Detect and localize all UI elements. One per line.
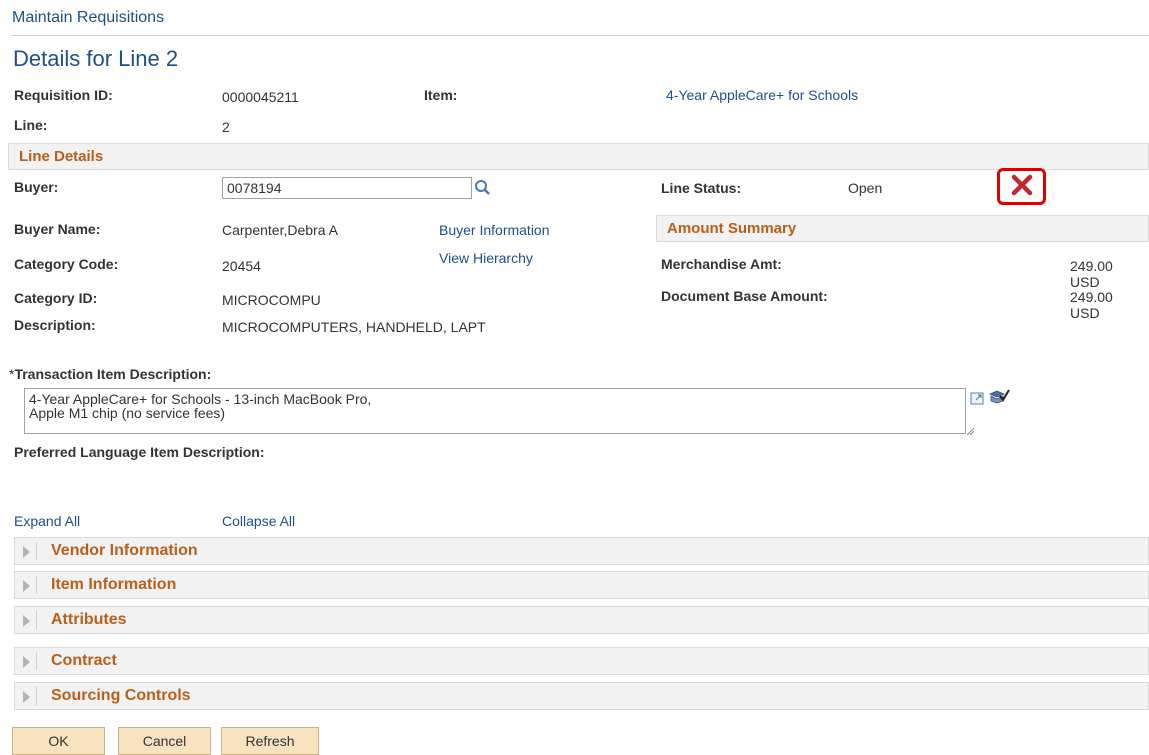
magnifier-icon[interactable] [474, 179, 492, 197]
document-base-amount-currency: USD [1070, 305, 1100, 321]
close-x-icon[interactable] [1011, 174, 1033, 199]
section-attributes[interactable]: Attributes [14, 606, 1149, 634]
line-value: 2 [222, 119, 230, 135]
section-label: Attributes [51, 611, 127, 628]
category-id-value: MICROCOMPU [222, 292, 321, 308]
requisition-id-value: 0000045211 [222, 89, 299, 105]
transaction-item-description-label: *Transaction Item Description: [9, 366, 212, 382]
preferred-language-label: Preferred Language Item Description: [14, 444, 265, 460]
description-label: Description: [14, 317, 96, 333]
expand-triangle-icon [23, 656, 30, 668]
document-base-amount-label: Document Base Amount: [661, 288, 828, 304]
expand-triangle-icon [23, 615, 30, 627]
buyer-information-link[interactable]: Buyer Information [439, 222, 550, 238]
category-id-label: Category ID: [14, 290, 98, 306]
merchandise-amt-value: 249.00 USD [1070, 258, 1149, 290]
section-label: Sourcing Controls [51, 687, 191, 704]
expand-text-icon[interactable] [970, 390, 987, 406]
item-link[interactable]: 4-Year AppleCare+ for Schools [666, 87, 858, 103]
category-code-label: Category Code: [14, 256, 119, 272]
breadcrumb-divider [12, 35, 1149, 36]
buyer-label: Buyer: [14, 179, 59, 195]
requisition-id-label: Requisition ID: [14, 87, 113, 103]
item-label: Item: [424, 87, 458, 103]
buyer-name-label: Buyer Name: [14, 221, 101, 237]
refresh-button[interactable]: Refresh [221, 727, 319, 755]
line-details-title: Line Details [19, 148, 104, 165]
line-status-label: Line Status: [661, 180, 742, 196]
expand-triangle-icon [23, 546, 30, 558]
section-label: Item Information [51, 576, 177, 593]
expand-triangle-icon [23, 580, 30, 592]
merchandise-amt-label: Merchandise Amt: [661, 256, 782, 272]
line-details-header: Line Details [8, 143, 1149, 170]
collapse-all-link[interactable]: Collapse All [222, 513, 295, 529]
description-value: MICROCOMPUTERS, HANDHELD, LAPT [222, 319, 486, 335]
view-hierarchy-link[interactable]: View Hierarchy [439, 250, 533, 266]
section-contract[interactable]: Contract [14, 647, 1149, 675]
breadcrumb[interactable]: Maintain Requisitions [12, 9, 164, 27]
section-label: Vendor Information [51, 542, 198, 559]
cancel-button[interactable]: Cancel [118, 727, 211, 755]
buyer-name-value: Carpenter,Debra A [222, 222, 338, 238]
category-code-value: 20454 [222, 258, 261, 274]
resize-grip-icon[interactable] [966, 422, 975, 436]
close-x-highlight[interactable] [997, 168, 1046, 205]
section-label: Contract [51, 652, 117, 669]
transaction-item-description-input[interactable]: 4-Year AppleCare+ for Schools - 13-inch … [24, 388, 966, 434]
expand-triangle-icon [23, 691, 30, 703]
section-sourcing-controls[interactable]: Sourcing Controls [14, 682, 1149, 710]
line-label: Line: [14, 117, 48, 133]
amount-summary-header: Amount Summary [656, 215, 1149, 242]
page-title: Details for Line 2 [13, 46, 179, 71]
section-vendor-information[interactable]: Vendor Information [14, 537, 1149, 565]
merchandise-amt-currency: USD [1070, 274, 1100, 290]
document-base-amount-value: 249.00 USD [1070, 289, 1149, 321]
ok-button[interactable]: OK [12, 727, 105, 755]
line-status-value: Open [848, 180, 883, 196]
amount-summary-title: Amount Summary [667, 220, 797, 237]
expand-all-link[interactable]: Expand All [14, 513, 80, 529]
merchandise-amt-number: 249.00 [1070, 258, 1113, 274]
spellcheck-icon[interactable] [988, 388, 1010, 406]
section-item-information[interactable]: Item Information [14, 571, 1149, 599]
document-base-amount-number: 249.00 [1070, 289, 1113, 305]
buyer-input[interactable] [222, 177, 472, 199]
